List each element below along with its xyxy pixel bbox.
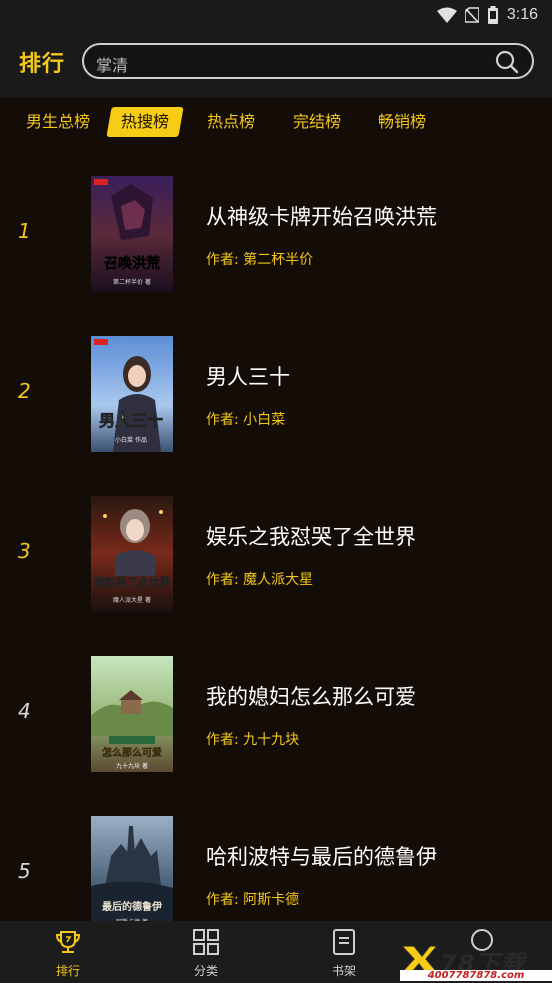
book-author: 作者: 阿斯卡德 <box>206 892 300 908</box>
book-title[interactable]: 娱乐之我怼哭了全世界 <box>206 521 416 551</box>
book-cover[interactable]: 召唤洪荒 第二杯半价 著 <box>91 176 173 292</box>
trophy-icon <box>55 931 81 953</box>
cover-author: 九十九块 著 <box>116 762 148 770</box>
cover-author: 魔人派大星 著 <box>113 596 151 604</box>
tab-label: 畅销榜 <box>378 112 427 131</box>
cover-title: 我怼哭了全世界 <box>94 575 171 589</box>
status-bar: 3:16 <box>0 0 552 30</box>
rank-number: 1 <box>18 219 31 243</box>
rank-number: 4 <box>18 699 31 723</box>
grid-icon <box>193 929 219 955</box>
watermark-url: 4007787878.com <box>400 970 552 981</box>
status-time: 3:16 <box>506 6 538 23</box>
book-row[interactable]: 1 召唤洪荒 第二杯半价 著 从神级卡牌开始召唤洪荒 作者: 第二杯半价 <box>0 144 552 304</box>
search-input[interactable]: 掌清 <box>82 43 534 79</box>
book-author: 作者: 九十九块 <box>206 732 300 748</box>
cover-title: 男人三十 <box>99 411 163 430</box>
rank-number: 2 <box>18 379 31 403</box>
cover-title: 最后的德鲁伊 <box>102 900 162 913</box>
page-title: 排行 <box>19 52 66 77</box>
nav-item-ranking[interactable]: 排行 <box>28 921 108 983</box>
nav-label: 排行 <box>55 964 80 978</box>
header: 排行 掌清 <box>0 30 552 98</box>
wifi-icon <box>436 7 457 23</box>
tab-label: 热点榜 <box>207 112 256 131</box>
tab-hot-topic[interactable]: 热点榜 <box>207 107 255 137</box>
tab-male-overall[interactable]: 男生总榜 <box>26 107 90 137</box>
nav-item-category[interactable]: 分类 <box>166 921 246 983</box>
book-row[interactable]: 3 我怼哭了全世界 魔人派大星 著 娱乐之我怼哭了全世界 作者: 魔人派大星 <box>0 464 552 624</box>
book-cover[interactable]: 怎么那么可爱 九十九块 著 <box>91 656 173 772</box>
search-icon[interactable] <box>494 49 520 75</box>
battery-icon <box>487 6 498 24</box>
rank-number: 3 <box>18 539 31 563</box>
bookshelf-icon <box>333 929 355 955</box>
watermark: 78下载 4007787878.com <box>400 944 552 983</box>
book-author: 作者: 小白菜 <box>206 412 286 428</box>
tab-bestseller[interactable]: 畅销榜 <box>378 107 426 137</box>
tab-hot-search[interactable]: 热搜榜 <box>106 107 184 137</box>
status-icons: 3:16 <box>436 6 538 24</box>
search-placeholder: 掌清 <box>96 56 129 75</box>
cover-title: 怎么那么可爱 <box>102 746 162 759</box>
book-row[interactable]: 2 男人三十 小白菜 作品 男人三十 作者: 小白菜 <box>0 304 552 464</box>
book-title[interactable]: 男人三十 <box>206 361 290 391</box>
book-cover[interactable]: 男人三十 小白菜 作品 <box>91 336 173 452</box>
tab-label: 男生总榜 <box>26 112 91 131</box>
book-row[interactable]: 4 怎么那么可爱 九十九块 著 我的媳妇怎么那么可爱 作者: 九十九块 <box>0 624 552 784</box>
book-author: 作者: 第二杯半价 <box>206 252 314 268</box>
nav-item-bookshelf[interactable]: 书架 <box>304 921 384 983</box>
no-sim-icon <box>464 7 479 23</box>
book-title[interactable]: 我的媳妇怎么那么可爱 <box>206 681 416 711</box>
nav-label: 分类 <box>193 964 218 978</box>
cover-title: 召唤洪荒 <box>104 255 160 272</box>
book-title[interactable]: 哈利波特与最后的德鲁伊 <box>206 841 437 871</box>
cover-author: 第二杯半价 著 <box>113 278 151 286</box>
book-author: 作者: 魔人派大星 <box>206 572 314 588</box>
nav-label: 书架 <box>331 964 356 978</box>
book-row[interactable]: 5 最后的德鲁伊 阿斯卡德 著 哈利波特与最后的德鲁伊 作者: 阿斯卡德 <box>0 784 552 944</box>
book-title[interactable]: 从神级卡牌开始召唤洪荒 <box>206 201 437 231</box>
ranking-tabs: 男生总榜 热搜榜 热点榜 完结榜 畅销榜 <box>0 98 552 144</box>
rank-number: 5 <box>18 859 31 883</box>
book-cover[interactable]: 最后的德鲁伊 阿斯卡德 著 <box>91 816 173 932</box>
book-cover[interactable]: 我怼哭了全世界 魔人派大星 著 <box>91 496 173 612</box>
tab-completed[interactable]: 完结榜 <box>293 107 341 137</box>
cover-author: 小白菜 作品 <box>115 436 147 444</box>
tab-label: 热搜榜 <box>121 112 170 131</box>
tab-label: 完结榜 <box>293 112 342 131</box>
